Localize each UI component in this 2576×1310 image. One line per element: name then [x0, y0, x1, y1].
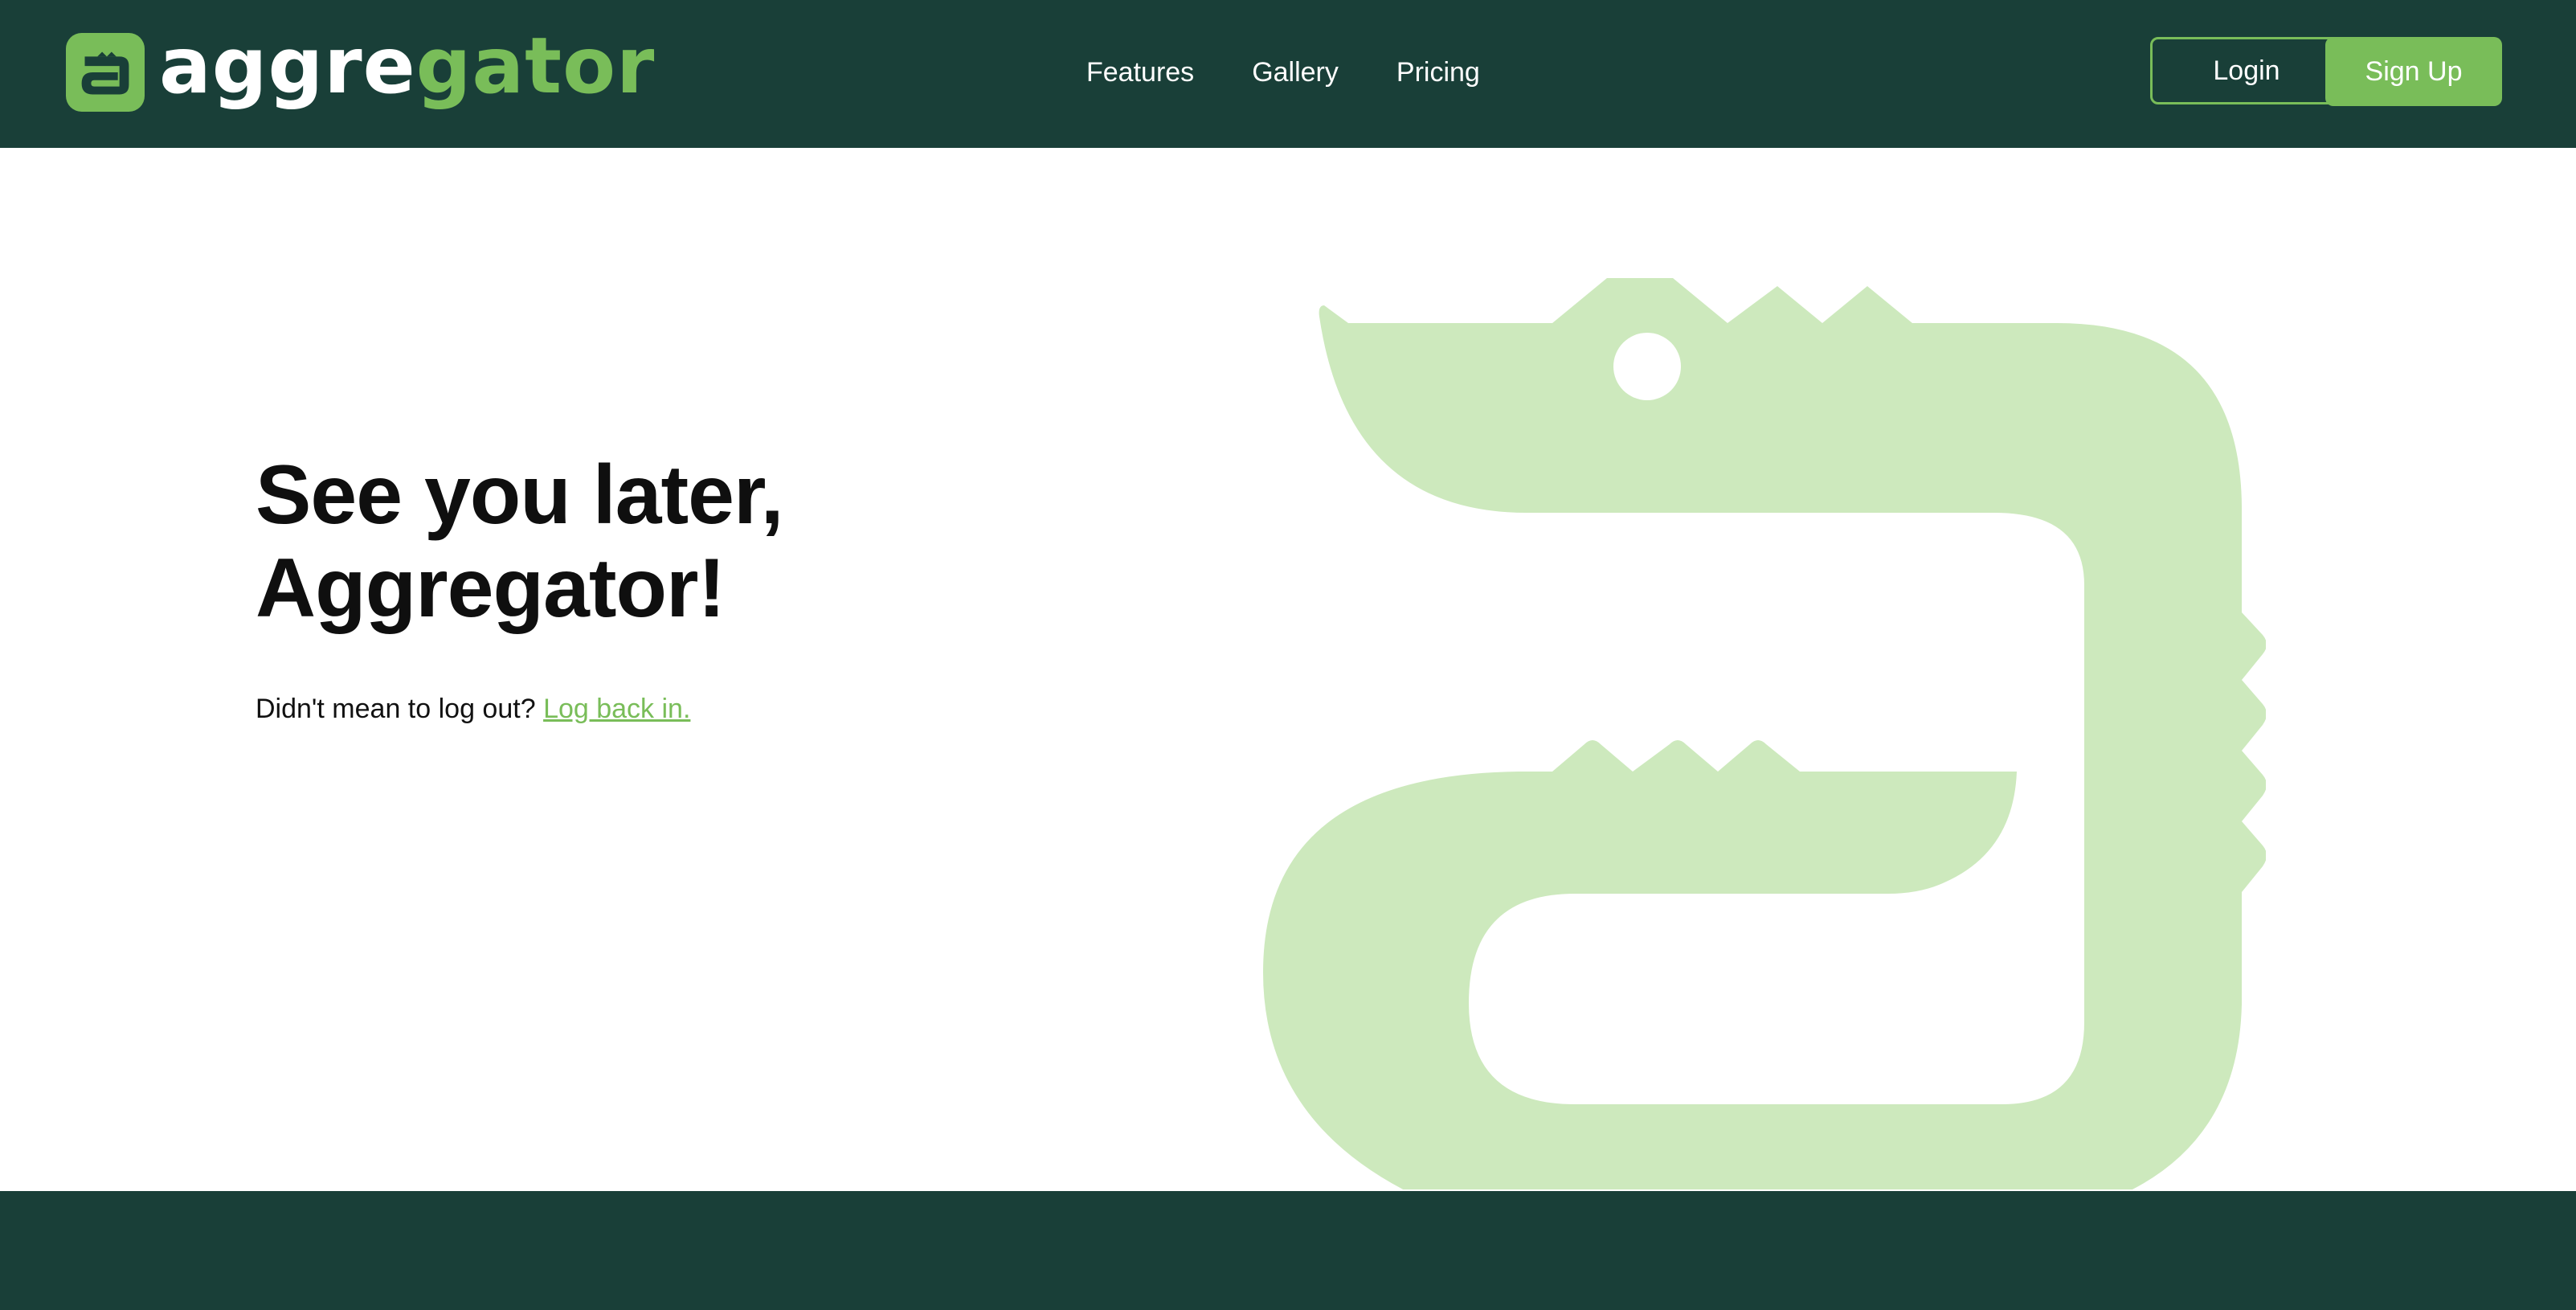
logout-prompt: Didn't mean to log out? — [256, 694, 536, 724]
nav-features[interactable]: Features — [1086, 51, 1194, 93]
headline-line-1: See you later, — [256, 448, 784, 542]
gator-a-icon — [66, 33, 145, 112]
site-header: aggregator Features Gallery Pricing Logi… — [0, 0, 2576, 148]
logout-message: Didn't mean to log out? Log back in. — [256, 690, 690, 728]
wordmark-gator: gator — [415, 21, 656, 111]
main-nav: Features Gallery Pricing — [1086, 51, 1480, 93]
headline-line-2: Aggregator! — [256, 542, 726, 635]
brand-wordmark: aggregator — [159, 27, 655, 104]
wordmark-aggre: aggre — [159, 21, 416, 111]
login-button[interactable]: Login — [2150, 37, 2343, 104]
signup-button[interactable]: Sign Up — [2325, 37, 2502, 106]
nav-pricing[interactable]: Pricing — [1396, 51, 1480, 93]
site-footer — [0, 1191, 2576, 1310]
log-back-in-link[interactable]: Log back in. — [543, 694, 690, 724]
brand-logo[interactable]: aggregator — [66, 27, 655, 113]
alligator-a-illustration — [1263, 278, 2266, 1189]
page-headline: See you later, Aggregator! — [256, 448, 784, 635]
nav-gallery[interactable]: Gallery — [1252, 51, 1339, 93]
